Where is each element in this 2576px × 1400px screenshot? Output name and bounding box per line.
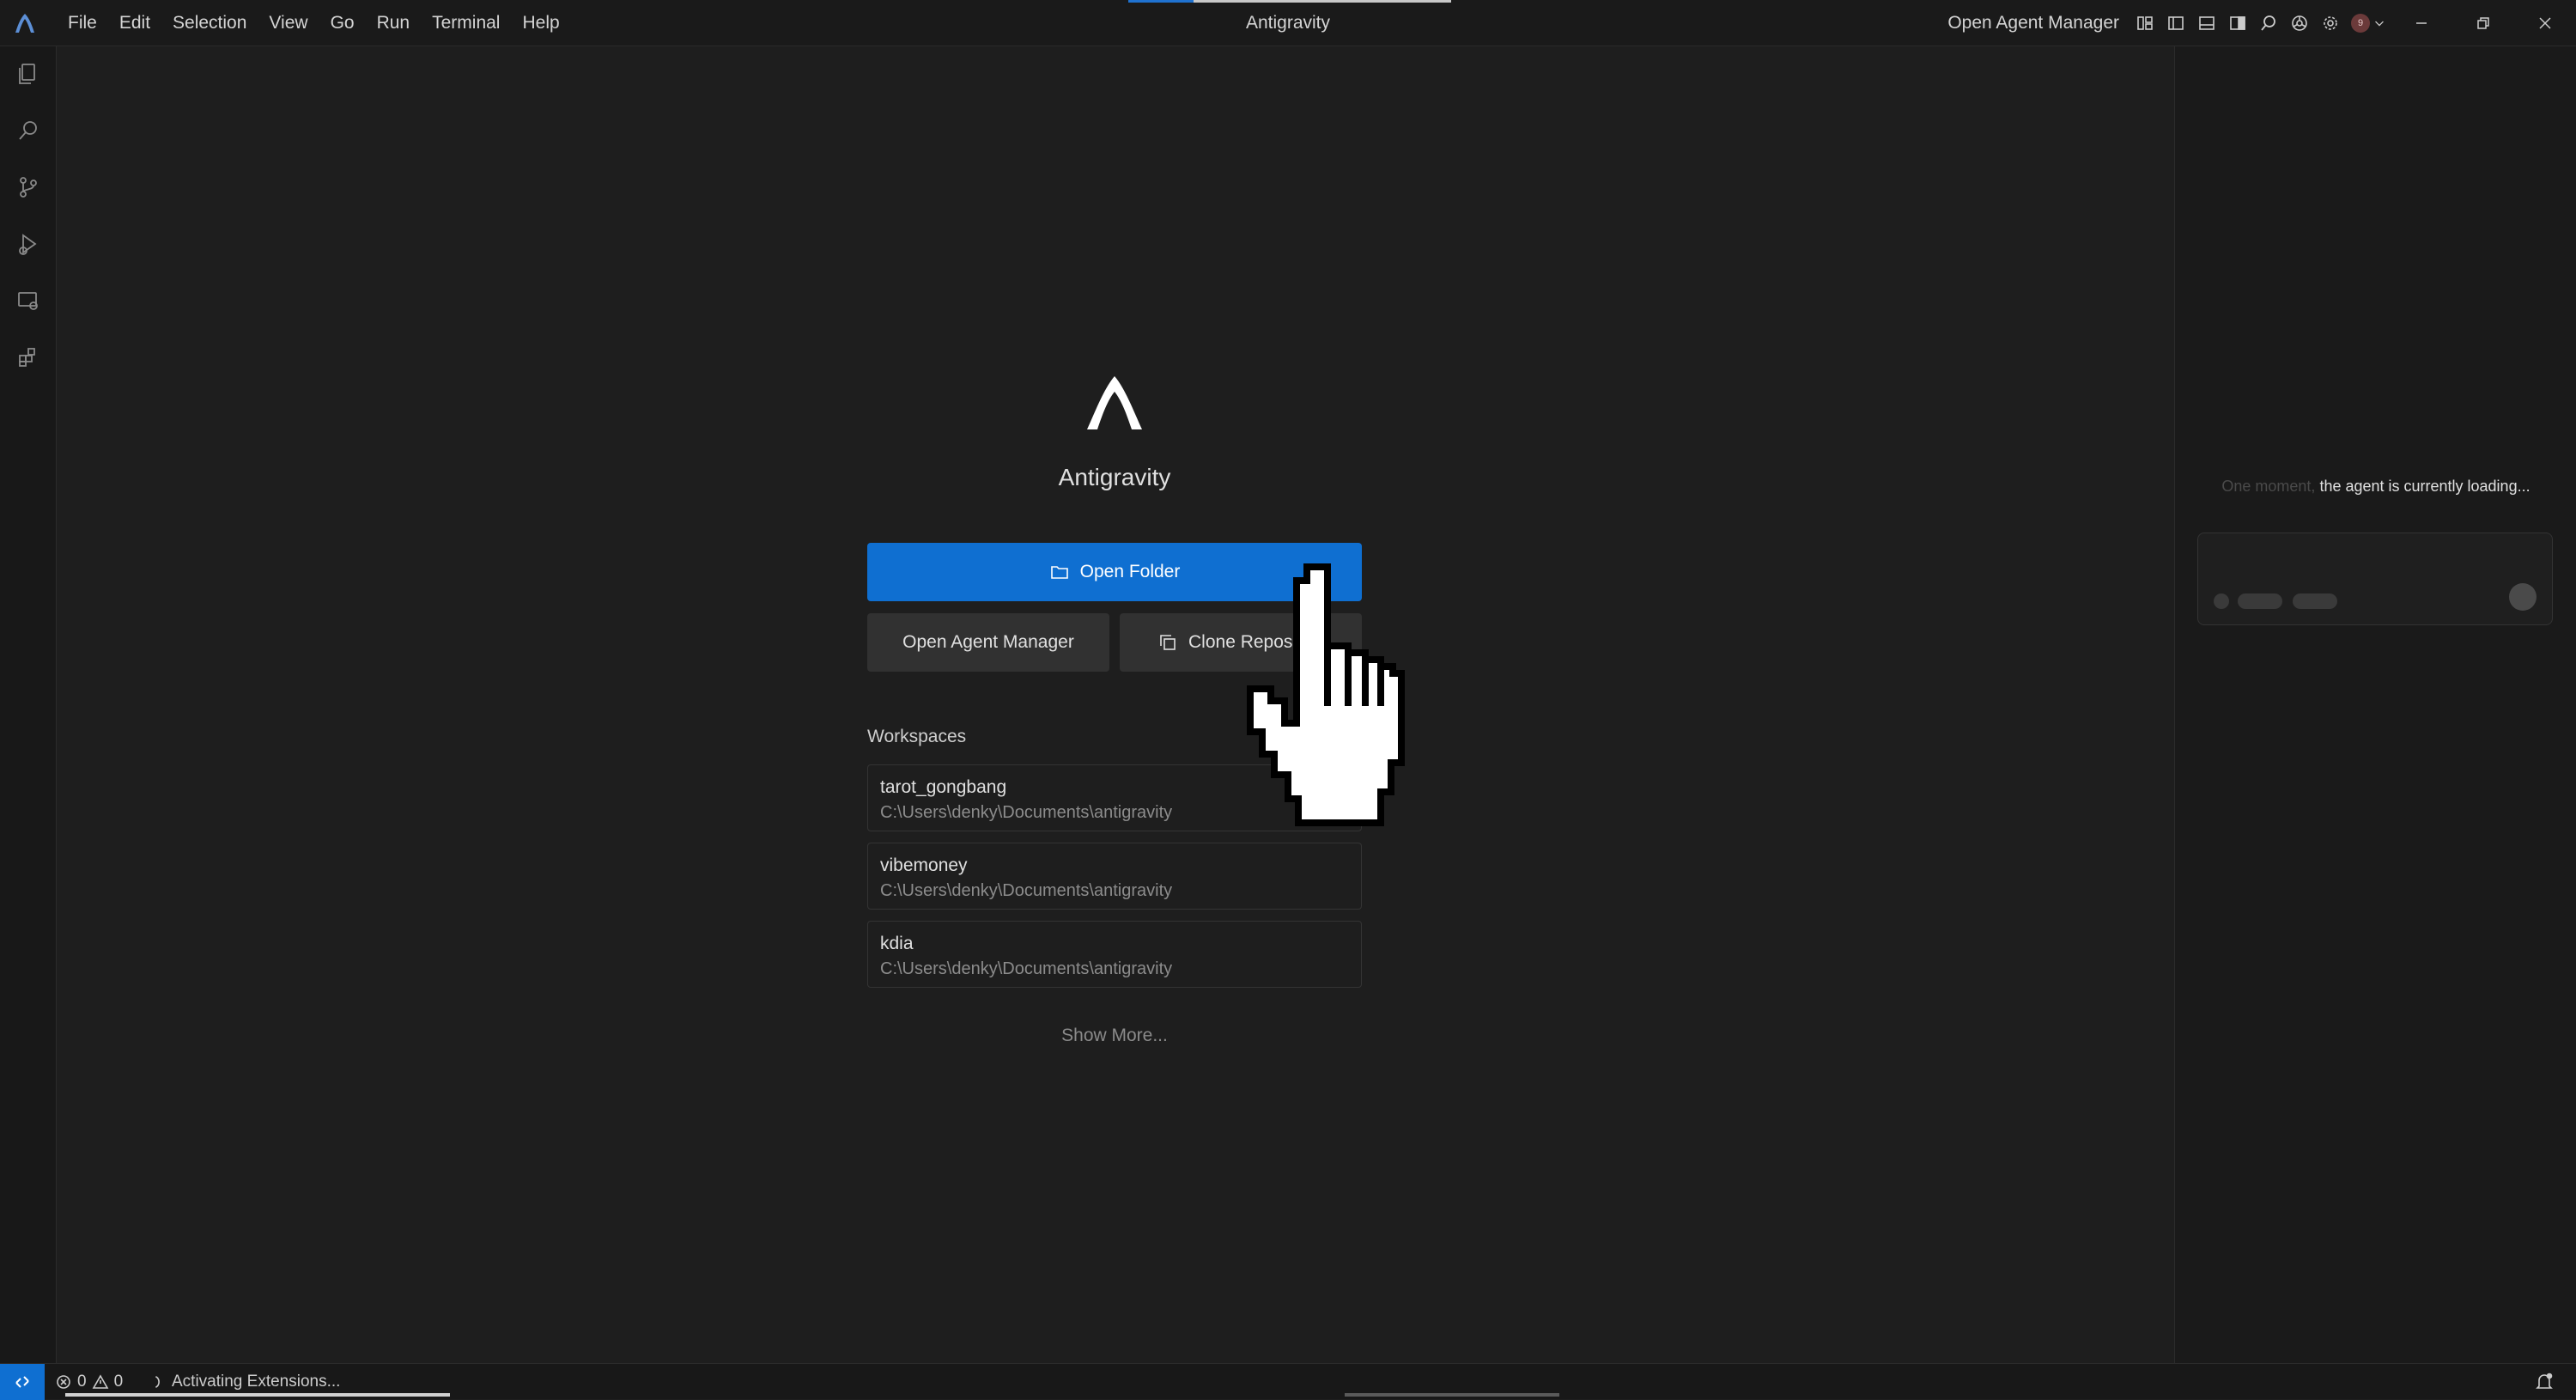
restore-icon [2477,17,2489,29]
workspace-path: C:\Users\denky\Documents\antigravity [880,803,1173,822]
close-button[interactable] [2514,0,2576,46]
extensions-icon[interactable] [15,344,42,371]
toggle-secondary-sidebar-icon[interactable] [2222,0,2253,46]
menu-edit[interactable]: Edit [108,0,161,46]
workspace-name: tarot_gongbang [880,777,1007,797]
activation-text: Activating Extensions... [172,1373,341,1391]
menu-view[interactable]: View [258,0,319,46]
activity-bar [0,46,57,1363]
warning-count: 0 [113,1373,124,1391]
notifications-bell-icon[interactable] [2533,1371,2555,1393]
spinner-icon [155,1375,160,1389]
clone-icon [1160,635,1176,650]
menu-help[interactable]: Help [511,0,570,46]
workspace-item[interactable]: kdia C:\Users\denky\Documents\antigravit… [867,921,1362,988]
open-agent-manager-link[interactable]: Open Agent Manager [1947,13,2119,33]
agent-loading-message: One moment, the agent is currently loadi… [2175,478,2576,496]
app-name: Antigravity [1058,464,1171,490]
error-count: 0 [77,1373,87,1391]
menu-file[interactable]: File [57,0,108,46]
restore-button[interactable] [2452,0,2514,46]
open-folder-label: Open Folder [1079,562,1181,581]
avatar: 9 [2351,14,2370,33]
antigravity-logo-icon [12,10,38,36]
folder-icon [1050,566,1068,579]
toggle-panel-icon[interactable] [2191,0,2222,46]
minimize-button[interactable] [2391,0,2452,46]
remote-explorer-icon[interactable] [15,287,42,314]
skeleton-pill [2214,593,2229,609]
menu-terminal[interactable]: Terminal [421,0,511,46]
explorer-icon[interactable] [15,60,42,88]
browser-icon[interactable] [2284,0,2315,46]
menu-selection[interactable]: Selection [161,0,258,46]
menu-run[interactable]: Run [366,0,422,46]
workspace-item[interactable]: vibemoney C:\Users\denky\Documents\antig… [867,843,1362,910]
search-icon[interactable] [2253,0,2284,46]
search-icon[interactable] [15,117,42,144]
agent-panel: One moment, the agent is currently loadi… [2174,46,2576,1363]
skeleton-pill [2293,593,2337,609]
error-icon [57,1375,70,1389]
customize-layout-icon[interactable] [2129,0,2160,46]
loading-text: the agent is currently loading... [2315,478,2530,495]
title-bar: File Edit Selection View Go Run Terminal… [0,0,2576,46]
workspaces-heading: Workspaces [867,727,967,746]
source-control-icon[interactable] [15,173,42,201]
account-menu[interactable]: 9 [2346,0,2391,46]
menu-go[interactable]: Go [319,0,366,46]
run-debug-icon[interactable] [15,230,42,258]
minimize-icon [2416,22,2427,24]
status-scroll-thumb [1345,1393,1559,1397]
settings-gear-icon[interactable] [2315,0,2346,46]
close-icon [2539,17,2551,29]
warning-icon [92,1374,108,1389]
open-agent-manager-label: Open Agent Manager [902,632,1074,652]
menu-bar: File Edit Selection View Go Run Terminal… [57,0,571,46]
workspace-path: C:\Users\denky\Documents\antigravity [880,959,1173,978]
hand-pointer-cursor-icon [1236,560,1443,835]
workspace-path: C:\Users\denky\Documents\antigravity [880,881,1173,900]
antigravity-logo-icon [1084,373,1145,433]
agent-chat-input-placeholder[interactable] [2197,533,2553,625]
loading-faded-text: One moment, [2221,478,2316,495]
chevron-down-icon [2375,21,2384,27]
open-agent-manager-button[interactable]: Open Agent Manager [867,613,1109,672]
title-bar-actions: Open Agent Manager 9 [1947,0,2576,46]
remote-indicator-button[interactable] [0,1364,45,1400]
remote-icon [15,1376,29,1388]
status-scroll-track [65,1393,450,1397]
workspace-name: kdia [880,934,914,953]
show-more-link[interactable]: Show More... [867,1026,1362,1046]
skeleton-pill [2238,593,2282,609]
workspace-name: vibemoney [880,855,968,875]
send-button-skeleton [2509,583,2537,611]
toggle-primary-sidebar-icon[interactable] [2160,0,2191,46]
title-progress-bar [1128,0,1451,3]
